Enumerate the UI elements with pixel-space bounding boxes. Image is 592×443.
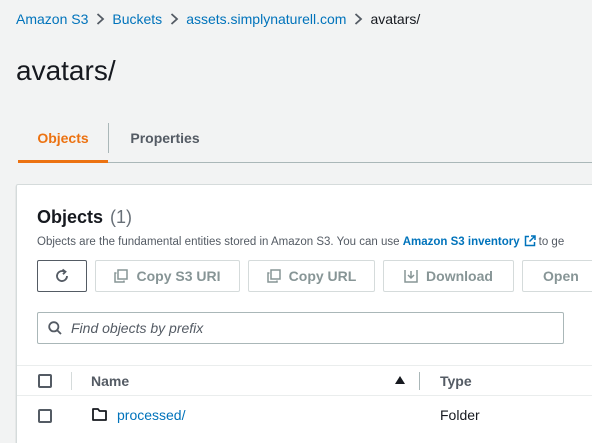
sort-ascending-icon[interactable] [395,376,405,384]
search-box [37,312,564,344]
tab-properties[interactable]: Properties [109,114,221,162]
download-button[interactable]: Download [383,260,514,292]
column-header-type[interactable]: Type [440,373,472,389]
copy-icon [266,269,281,283]
description-suffix: to ge [538,236,565,248]
breadcrumb-buckets[interactable]: Buckets [112,9,162,29]
chevron-right-icon [162,13,186,25]
object-name-link[interactable]: processed/ [117,407,185,423]
download-label: Download [426,268,493,284]
objects-panel: Objects (1) Objects are the fundamental … [16,184,592,443]
folder-icon [92,408,107,421]
breadcrumb: Amazon S3 Buckets assets.simplynaturell.… [16,9,420,29]
inventory-link[interactable]: Amazon S3 inventory [403,236,520,248]
objects-count: (1) [110,207,133,227]
download-icon [404,270,418,283]
external-link-icon[interactable] [524,235,536,252]
page-title: avatars/ [16,55,116,86]
chevron-right-icon [88,13,112,25]
column-header-name[interactable]: Name [91,373,129,389]
select-all-checkbox[interactable] [38,374,52,388]
copy-s3-uri-label: Copy S3 URI [136,268,221,284]
column-resizer[interactable] [419,372,420,390]
breadcrumb-bucket[interactable]: assets.simplynaturell.com [186,9,346,29]
chevron-right-icon [346,13,370,25]
objects-header-title: Objects [37,207,104,227]
column-separator [71,372,72,390]
objects-description: Objects are the fundamental entities sto… [37,234,564,252]
open-button[interactable]: Open [522,260,592,292]
copy-icon [114,269,129,283]
open-label: Open [543,268,579,284]
search-input[interactable] [71,320,551,336]
breadcrumb-amazon-s3[interactable]: Amazon S3 [16,9,88,29]
table-header: Name Type [17,365,592,396]
tab-objects[interactable]: Objects [18,114,108,163]
table-row: processed/ Folder [17,397,592,435]
breadcrumb-current: avatars/ [370,11,421,27]
description-text: Objects are the fundamental entities sto… [37,236,403,248]
copy-s3-uri-button[interactable]: Copy S3 URI [95,260,240,292]
copy-url-button[interactable]: Copy URL [248,260,375,292]
copy-url-label: Copy URL [288,268,357,284]
tab-bar: Objects Properties [18,114,592,163]
object-type: Folder [440,407,480,423]
search-icon [48,321,62,335]
refresh-button[interactable] [37,260,87,292]
s3-console-page: Amazon S3 Buckets assets.simplynaturell.… [0,0,592,443]
objects-header: Objects (1) [37,205,132,229]
refresh-icon [56,268,68,282]
row-checkbox[interactable] [38,409,52,423]
